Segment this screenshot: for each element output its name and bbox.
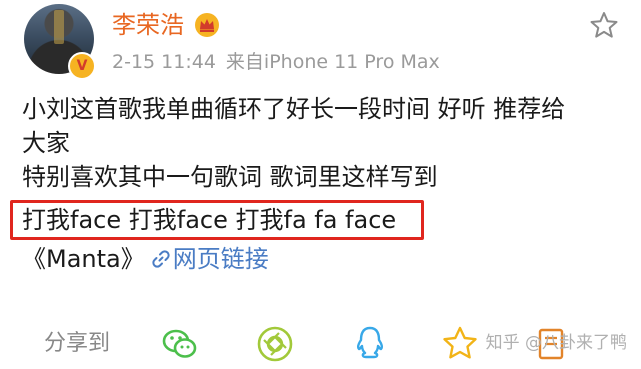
post-text-line: 特别喜欢其中一句歌词 歌词里这样写到 — [22, 163, 438, 191]
weibo-post: V 李荣浩 2-15 11:44 来自iPhone 11 Pro Max 小刘这首… — [0, 0, 641, 369]
wechat-icon[interactable] — [160, 324, 200, 364]
post-body: 小刘这首歌我单曲循环了好长一段时间 好听 推荐给 大家 特别喜欢其中一句歌词 歌… — [22, 92, 622, 194]
post-text-line: 大家 — [22, 129, 70, 157]
moments-icon[interactable] — [255, 324, 295, 364]
highlighted-lyric: 打我face 打我face 打我fa fa face — [22, 206, 397, 234]
post-source: 来自iPhone 11 Pro Max — [225, 51, 440, 73]
web-link[interactable]: 网页链接 — [173, 245, 269, 273]
star-icon[interactable] — [589, 10, 619, 40]
watermark: 知乎 @八卦来了鸭 — [485, 333, 627, 353]
verified-badge: V — [68, 52, 96, 80]
song-title: 《Manta》 — [22, 245, 145, 273]
qq-icon[interactable] — [350, 324, 390, 364]
share-bar: 分享到 知乎 @八卦来了鸭 — [0, 318, 641, 369]
crown-icon — [195, 13, 219, 37]
share-label: 分享到 — [44, 331, 111, 356]
author-name[interactable]: 李荣浩 — [112, 10, 184, 40]
post-meta: 2-15 11:44 来自iPhone 11 Pro Max — [112, 50, 440, 74]
link-icon — [152, 250, 170, 268]
song-link-line: 《Manta》 网页链接 — [22, 242, 269, 276]
qzone-icon[interactable] — [440, 324, 480, 364]
timestamp: 2-15 11:44 — [112, 51, 216, 73]
post-text-line: 小刘这首歌我单曲循环了好长一段时间 好听 推荐给 — [22, 95, 566, 123]
